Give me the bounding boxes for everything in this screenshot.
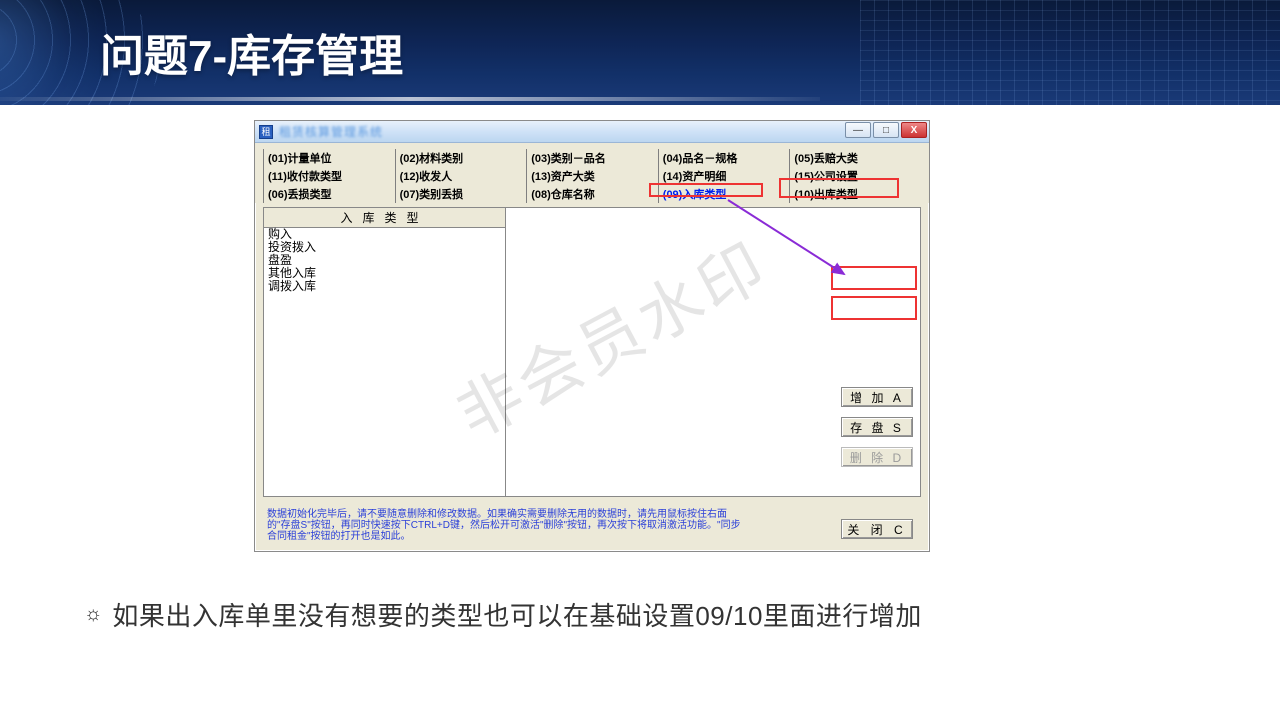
tab-09[interactable]: (09)入库类型: [658, 185, 790, 203]
save-button[interactable]: 存 盘 S: [841, 417, 913, 437]
app-title: 租赁核算管理系统: [279, 123, 383, 140]
slide-title: 问题7-库存管理: [100, 20, 403, 84]
list-item[interactable]: 投资拨入: [264, 241, 505, 254]
tab-15[interactable]: (15)公司设置: [789, 167, 921, 185]
tab-10[interactable]: (10)出库类型: [789, 185, 921, 203]
tab-01[interactable]: (01)计量单位: [263, 149, 395, 167]
maximize-button[interactable]: □: [873, 122, 899, 138]
tab-05[interactable]: (05)丢赔大类: [789, 149, 921, 167]
tab-region: (01)计量单位 (02)材料类别 (03)类别－品名 (04)品名－规格 (0…: [255, 143, 929, 203]
tab-12[interactable]: (12)收发人: [395, 167, 527, 185]
tab-08[interactable]: (08)仓库名称: [526, 185, 658, 203]
tab-11[interactable]: (11)收付款类型: [263, 167, 395, 185]
add-button[interactable]: 增 加 A: [841, 387, 913, 407]
footer-message: 数据初始化完毕后，请不要随意删除和修改数据。如果确实需要删除无用的数据时，请先用…: [263, 509, 743, 542]
tab-07[interactable]: (07)类别丢损: [395, 185, 527, 203]
delete-button[interactable]: 删 除 D: [841, 447, 913, 467]
app-icon: 租: [259, 125, 273, 139]
close-button[interactable]: 关 闭 C: [841, 519, 913, 539]
tab-03[interactable]: (03)类别－品名: [526, 149, 658, 167]
tab-13[interactable]: (13)资产大类: [526, 167, 658, 185]
list-left: 入库类型 购入 投资拨入 盘盈 其他入库 调拨入库: [263, 207, 506, 497]
list-header: 入库类型: [264, 207, 505, 228]
tab-14[interactable]: (14)资产明细: [658, 167, 790, 185]
minimize-button[interactable]: —: [845, 122, 871, 138]
tab-02[interactable]: (02)材料类别: [395, 149, 527, 167]
sun-icon: ☼: [84, 603, 102, 626]
list-panel: 入库类型 购入 投资拨入 盘盈 其他入库 调拨入库: [263, 207, 921, 497]
app-window: 租 租赁核算管理系统 — □ X (01)计量单位 (02)材料类别 (03)类…: [254, 120, 930, 552]
tab-06[interactable]: (06)丢损类型: [263, 185, 395, 203]
list-item[interactable]: 调拨入库: [264, 280, 505, 293]
header-underline: [0, 97, 820, 101]
caption-row: ☼ 如果出入库单里没有想要的类型也可以在基础设置09/10里面进行增加: [84, 596, 922, 633]
footer-bar: 数据初始化完毕后，请不要随意删除和修改数据。如果确实需要删除无用的数据时，请先用…: [263, 509, 921, 543]
titlebar: 租 租赁核算管理系统 — □ X: [255, 121, 929, 143]
tab-04[interactable]: (04)品名－规格: [658, 149, 790, 167]
caption-text: 如果出入库单里没有想要的类型也可以在基础设置09/10里面进行增加: [112, 596, 922, 633]
close-window-button[interactable]: X: [901, 122, 927, 138]
